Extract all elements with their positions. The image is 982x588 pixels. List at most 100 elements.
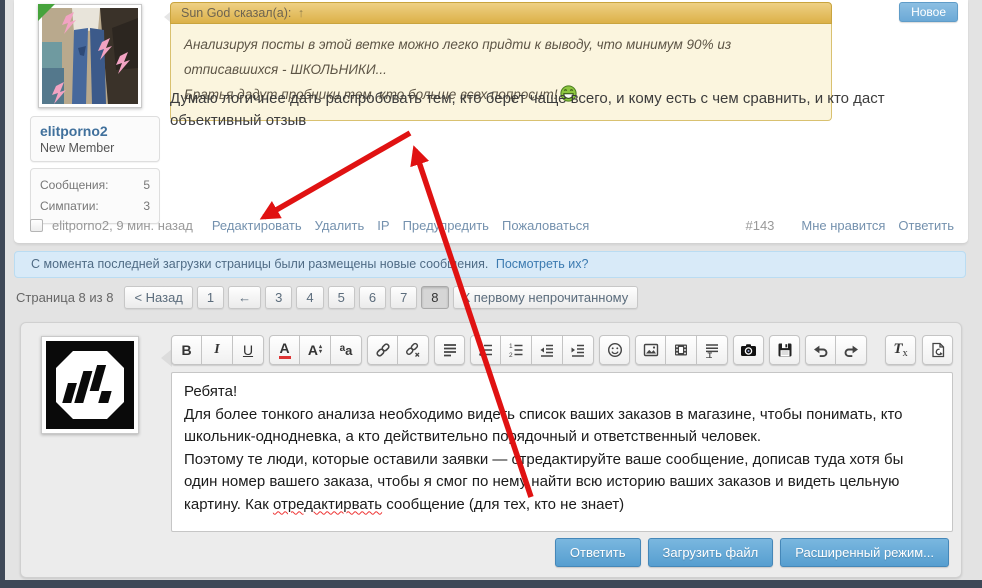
- new-post-corner-marker: [38, 4, 55, 21]
- svg-text:2: 2: [509, 352, 513, 358]
- stat-row-likes: Симпатии: 3: [40, 196, 150, 217]
- post-select-checkbox[interactable]: [30, 219, 43, 232]
- numbered-list-button[interactable]: 12: [501, 335, 532, 365]
- first-unread-button[interactable]: К первому непрочитанному: [453, 286, 639, 309]
- delete-link[interactable]: Удалить: [315, 218, 365, 233]
- report-link[interactable]: Пожаловаться: [502, 218, 589, 233]
- bullet-list-icon: [478, 342, 494, 358]
- post-meta-date[interactable]: elitporno2, 9 мин. назад: [52, 218, 193, 233]
- quote-header[interactable]: Sun God сказал(а): ↑: [170, 2, 832, 24]
- page-button-7[interactable]: 7: [390, 286, 417, 309]
- numbered-list-icon: 12: [508, 342, 524, 358]
- unlink-icon: [405, 342, 421, 358]
- insert-link-button[interactable]: [367, 335, 398, 365]
- reply-button-row: Ответить Загрузить файл Расширенный режи…: [555, 538, 949, 567]
- pagination-bar: Страница 8 из 8 < Назад 1 ← 3 4 5 6 7 8 …: [16, 286, 638, 309]
- stat-label: Симпатии:: [40, 196, 99, 217]
- view-new-messages-link[interactable]: Посмотреть их?: [496, 257, 589, 271]
- forum-post: elitporno2 New Member Сообщения: 5 Симпа…: [14, 0, 968, 244]
- left-edge-strip: [0, 0, 5, 588]
- page-button-5[interactable]: 5: [328, 286, 355, 309]
- unlink-button[interactable]: [398, 335, 429, 365]
- redo-arrow-icon: [843, 342, 860, 358]
- font-family-button[interactable]: aa: [331, 335, 362, 365]
- upload-file-button[interactable]: Загрузить файл: [648, 538, 774, 567]
- submit-reply-button[interactable]: Ответить: [555, 538, 641, 567]
- camera-icon: [740, 342, 757, 358]
- undo-button[interactable]: [805, 335, 836, 365]
- warn-link[interactable]: Предупредить: [403, 218, 489, 233]
- quote-jump-arrow[interactable]: ↑: [298, 6, 304, 20]
- avatar-photo: [42, 8, 138, 104]
- misspelled-word: отредактирвать: [273, 496, 382, 513]
- undo-arrow-icon: [812, 342, 829, 358]
- edit-link[interactable]: Редактировать: [212, 218, 302, 233]
- bottom-edge-strip: [0, 580, 982, 588]
- screenshot-button[interactable]: [733, 335, 764, 365]
- stat-label: Сообщения:: [40, 175, 108, 196]
- alignment-button[interactable]: [434, 335, 465, 365]
- quote-text-line1: Анализируя посты в этой ветке можно легк…: [184, 37, 731, 77]
- author-stats-panel: Сообщения: 5 Симпатии: 3: [30, 168, 160, 224]
- svg-text:T: T: [708, 351, 713, 359]
- quote-icon: T: [704, 342, 720, 358]
- bold-button[interactable]: B: [171, 335, 202, 365]
- page-button-6[interactable]: 6: [359, 286, 386, 309]
- page-button-8-current[interactable]: 8: [421, 286, 448, 309]
- page-button-1[interactable]: 1: [197, 286, 224, 309]
- author-username-link[interactable]: elitporno2: [40, 123, 150, 139]
- quote-attribution: Sun God сказал(а):: [181, 6, 291, 20]
- floppy-disk-icon: [777, 342, 793, 358]
- advanced-mode-button[interactable]: Расширенный режим...: [780, 538, 949, 567]
- outdent-icon: [539, 342, 555, 358]
- editor-line-1: Ребята!: [184, 381, 940, 404]
- notice-text: С момента последней загрузки страницы бы…: [31, 257, 488, 271]
- editor-toolbar: B I U A A▴▾ aa: [171, 335, 953, 365]
- page-button-4[interactable]: 4: [296, 286, 323, 309]
- redo-button[interactable]: [836, 335, 867, 365]
- prev-page-button[interactable]: < Назад: [124, 286, 192, 309]
- forum-page: elitporno2 New Member Сообщения: 5 Симпа…: [0, 0, 982, 588]
- ip-link[interactable]: IP: [377, 218, 389, 233]
- link-icon: [375, 342, 391, 358]
- remove-formatting-icon: Tx: [893, 341, 907, 359]
- stat-value: 5: [143, 175, 150, 196]
- remove-formatting-button[interactable]: Tx: [885, 335, 916, 365]
- page-ellipsis-button[interactable]: ←: [228, 286, 261, 309]
- reply-text-editor[interactable]: Ребята! Для более тонкого анализа необхо…: [171, 372, 953, 532]
- reply-link[interactable]: Ответить: [898, 218, 954, 233]
- smilies-button[interactable]: [599, 335, 630, 365]
- outdent-button[interactable]: [532, 335, 563, 365]
- author-info-panel: elitporno2 New Member: [30, 116, 160, 162]
- insert-image-button[interactable]: [635, 335, 666, 365]
- film-icon: [673, 342, 689, 358]
- insert-media-button[interactable]: [666, 335, 697, 365]
- page-button-3[interactable]: 3: [265, 286, 292, 309]
- indent-button[interactable]: [563, 335, 594, 365]
- avatar-logo: [46, 341, 134, 429]
- text-color-icon: A: [279, 341, 291, 359]
- insert-quote-button[interactable]: T: [697, 335, 728, 365]
- post-number[interactable]: #143: [745, 218, 774, 233]
- like-link[interactable]: Мне нравится: [801, 218, 885, 233]
- post-action-bar: elitporno2, 9 мин. назад Редактировать У…: [30, 218, 954, 233]
- smiley-icon: [607, 342, 623, 358]
- editor-line-2: Для более тонкого анализа необходимо вид…: [184, 404, 940, 449]
- bullet-list-button[interactable]: [470, 335, 501, 365]
- post-author-avatar[interactable]: [38, 4, 142, 108]
- quick-reply-panel: B I U A A▴▾ aa: [20, 322, 962, 578]
- underline-button[interactable]: U: [233, 335, 264, 365]
- stat-value: 3: [143, 196, 150, 217]
- author-user-title: New Member: [40, 141, 150, 155]
- save-draft-button[interactable]: [769, 335, 800, 365]
- editor-line-3: Поэтому те люди, которые оставили заявки…: [184, 449, 940, 517]
- font-size-button[interactable]: A▴▾: [300, 335, 331, 365]
- image-icon: [643, 342, 659, 358]
- text-color-button[interactable]: A: [269, 335, 300, 365]
- bbcode-editor-toggle-button[interactable]: [922, 335, 953, 365]
- stat-row-messages: Сообщения: 5: [40, 175, 150, 196]
- font-family-icon: aa: [340, 342, 353, 358]
- italic-button[interactable]: I: [202, 335, 233, 365]
- new-posts-button[interactable]: Новое: [899, 2, 958, 22]
- current-user-avatar[interactable]: [41, 336, 139, 434]
